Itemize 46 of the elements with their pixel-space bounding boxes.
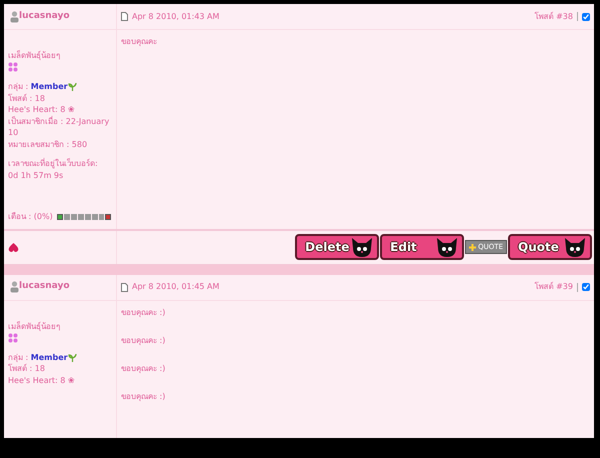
- member-rank: เมล็ดพันธุ์น้อยๆ: [8, 50, 61, 62]
- post-count: โพสต์ : 18: [8, 363, 46, 374]
- user-icon: [10, 10, 19, 22]
- online-time: 0d 1h 57m 9s: [8, 170, 64, 181]
- post-text: ขอบคุณคะ :): [121, 362, 166, 374]
- post-number[interactable]: โพสต์ #38: [534, 10, 573, 22]
- member-number: หมายเลขสมาชิก : 580: [8, 138, 88, 150]
- group-name: Member: [30, 82, 68, 91]
- post-count: โพสต์ : 18: [8, 92, 46, 104]
- group-name: Member: [30, 352, 68, 362]
- post-text: ขอบคุณคะ :): [121, 306, 166, 318]
- cat-icon: [350, 236, 374, 258]
- group-label: กลุ่ม :: [8, 352, 30, 362]
- post-text: ขอบคุณคะ :): [121, 334, 166, 346]
- hearts-count: Hee's Heart: 8 ❀: [8, 104, 76, 116]
- flower-icon: [8, 62, 18, 72]
- post-date: Apr 8 2010, 01:43 AM: [132, 10, 220, 22]
- cat-icon: [563, 236, 587, 258]
- author-name[interactable]: lucasnayo: [19, 10, 70, 24]
- action-button[interactable]: Delete: [295, 234, 380, 260]
- sprout-icon: [68, 82, 77, 92]
- select-checkbox[interactable]: [582, 12, 590, 20]
- document-icon: [121, 12, 128, 21]
- member-rank: เมล็ดพันธุ์น้อยๆ: [8, 320, 61, 332]
- select-checkbox[interactable]: [582, 283, 590, 291]
- join-date: เป็นสมาชิกเมื่อ : 22-January 10: [8, 116, 110, 138]
- flower-icon: [8, 332, 18, 343]
- document-icon: [121, 282, 128, 292]
- heart-icon: [8, 242, 19, 252]
- plus-icon: [469, 244, 476, 250]
- group-label: กลุ่ม :: [8, 82, 30, 91]
- action-button[interactable]: Quote: [508, 234, 592, 260]
- warning-label: เตือน : (0%): [8, 211, 53, 222]
- increase-warning-icon[interactable]: [105, 214, 111, 220]
- action-button[interactable]: Edit: [380, 234, 464, 260]
- decrease-warning-icon[interactable]: [56, 214, 63, 220]
- hearts-count: Hee's Heart: 8 ❀: [8, 374, 76, 386]
- online-label: เวลาขณะที่อยู่ในเว็บบอร์ด:: [8, 158, 99, 170]
- post-text: ขอบคุณคะ :): [121, 390, 166, 402]
- user-icon: [10, 281, 19, 293]
- cat-icon: [435, 236, 460, 258]
- post-date: Apr 8 2010, 01:45 AM: [132, 281, 220, 293]
- sprout-icon: [68, 352, 77, 362]
- post-number[interactable]: โพสต์ #39: [534, 281, 573, 293]
- post-text: ขอบคุณคะ: [121, 36, 158, 48]
- author-name[interactable]: lucasnayo: [19, 280, 70, 294]
